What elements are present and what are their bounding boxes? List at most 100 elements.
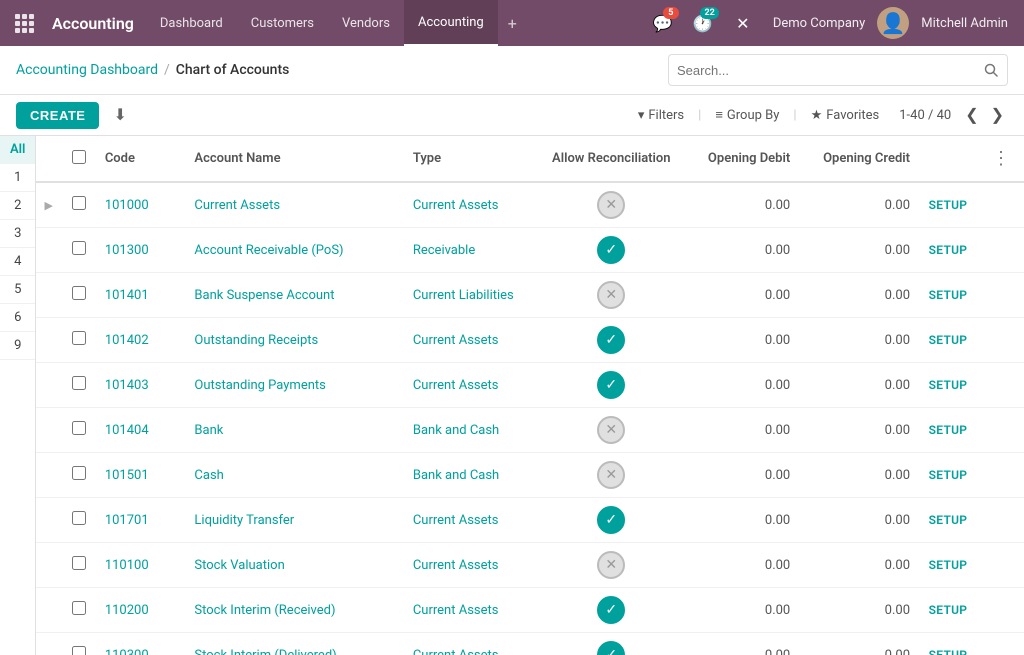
nav-customers[interactable]: Customers: [237, 0, 328, 46]
favorites-label: Favorites: [826, 108, 879, 123]
reconcile-toggle-on[interactable]: ✓: [597, 506, 625, 534]
credit-cell: 0.00: [798, 633, 918, 655]
group-all[interactable]: All: [0, 136, 35, 164]
debit-cell: 0.00: [679, 228, 799, 273]
reconcile-toggle-off[interactable]: ✕: [597, 551, 625, 579]
setup-button[interactable]: SETUP: [929, 648, 968, 655]
opening-credit: 0.00: [885, 468, 910, 483]
groupby-button[interactable]: ≡ Group By: [705, 103, 789, 127]
row-checkbox[interactable]: [72, 331, 86, 345]
setup-button[interactable]: SETUP: [929, 288, 968, 302]
account-name[interactable]: Account Receivable (PoS): [194, 243, 343, 258]
close-button[interactable]: ✕: [725, 5, 761, 41]
opening-debit: 0.00: [765, 333, 790, 348]
row-checkbox[interactable]: [72, 241, 86, 255]
row-checkbox[interactable]: [72, 376, 86, 390]
setup-button[interactable]: SETUP: [929, 423, 968, 437]
account-name[interactable]: Outstanding Payments: [194, 378, 325, 393]
filters-button[interactable]: ▾ Filters: [628, 104, 694, 127]
row-checkbox[interactable]: [72, 466, 86, 480]
setup-cell: SETUP: [918, 363, 978, 408]
group-6[interactable]: 6: [0, 304, 35, 332]
account-code[interactable]: 101404: [105, 423, 149, 438]
setup-button[interactable]: SETUP: [929, 333, 968, 347]
prev-page-button[interactable]: ❮: [961, 101, 982, 129]
reconcile-toggle-off[interactable]: ✕: [597, 281, 625, 309]
reconcile-toggle-on[interactable]: ✓: [597, 596, 625, 624]
setup-cell: SETUP: [918, 182, 978, 228]
nav-accounting[interactable]: Accounting: [404, 0, 498, 46]
row-checkbox[interactable]: [72, 511, 86, 525]
search-input[interactable]: [669, 63, 975, 78]
activity-button[interactable]: 🕐 22: [685, 5, 721, 41]
account-code[interactable]: 110200: [105, 603, 149, 618]
group-9[interactable]: 9: [0, 332, 35, 360]
row-checkbox[interactable]: [72, 556, 86, 570]
account-name[interactable]: Liquidity Transfer: [194, 513, 294, 528]
account-code[interactable]: 101401: [105, 288, 149, 303]
company-name[interactable]: Demo Company: [765, 16, 873, 31]
breadcrumb-bar: Accounting Dashboard / Chart of Accounts: [0, 46, 1024, 95]
group-1[interactable]: 1: [0, 164, 35, 192]
reconcile-cell: ✓: [544, 633, 679, 655]
account-name[interactable]: Outstanding Receipts: [194, 333, 318, 348]
account-name[interactable]: Stock Interim (Delivered): [194, 648, 336, 655]
account-name[interactable]: Stock Valuation: [194, 558, 284, 573]
account-type: Current Assets: [413, 333, 499, 348]
account-code[interactable]: 101402: [105, 333, 149, 348]
column-menu-button[interactable]: ⋮: [986, 146, 1016, 171]
account-name[interactable]: Cash: [194, 468, 223, 483]
user-avatar[interactable]: 👤: [877, 7, 909, 39]
setup-button[interactable]: SETUP: [929, 243, 968, 257]
row-checkbox[interactable]: [72, 421, 86, 435]
group-5[interactable]: 5: [0, 276, 35, 304]
account-code[interactable]: 110100: [105, 558, 149, 573]
favorites-button[interactable]: ★ Favorites: [801, 104, 890, 127]
row-checkbox[interactable]: [72, 286, 86, 300]
setup-button[interactable]: SETUP: [929, 468, 968, 482]
account-code[interactable]: 101701: [105, 513, 149, 528]
nav-vendors[interactable]: Vendors: [328, 0, 404, 46]
account-name[interactable]: Bank: [194, 423, 223, 438]
user-name[interactable]: Mitchell Admin: [913, 16, 1016, 31]
account-name[interactable]: Current Assets: [194, 198, 280, 213]
download-button[interactable]: ⬇: [107, 101, 132, 129]
messaging-button[interactable]: 💬 5: [645, 5, 681, 41]
add-menu-button[interactable]: +: [498, 0, 527, 46]
group-4[interactable]: 4: [0, 248, 35, 276]
reconcile-toggle-on[interactable]: ✓: [597, 371, 625, 399]
account-code[interactable]: 101501: [105, 468, 149, 483]
create-button[interactable]: CREATE: [16, 102, 99, 129]
reconcile-toggle-on[interactable]: ✓: [597, 236, 625, 264]
setup-button[interactable]: SETUP: [929, 513, 968, 527]
reconcile-toggle-off[interactable]: ✕: [597, 191, 625, 219]
account-name[interactable]: Stock Interim (Received): [194, 603, 335, 618]
setup-button[interactable]: SETUP: [929, 378, 968, 392]
breadcrumb-parent[interactable]: Accounting Dashboard: [16, 62, 158, 78]
apps-menu-button[interactable]: [8, 7, 40, 39]
row-checkbox[interactable]: [72, 196, 86, 210]
reconcile-toggle-on[interactable]: ✓: [597, 326, 625, 354]
group-3[interactable]: 3: [0, 220, 35, 248]
account-code[interactable]: 110300: [105, 648, 149, 655]
select-all-checkbox[interactable]: [72, 150, 86, 164]
setup-button[interactable]: SETUP: [929, 558, 968, 572]
opening-credit: 0.00: [885, 288, 910, 303]
reconcile-toggle-off[interactable]: ✕: [597, 416, 625, 444]
next-page-button[interactable]: ❯: [987, 101, 1008, 129]
nav-dashboard[interactable]: Dashboard: [146, 0, 237, 46]
account-name[interactable]: Bank Suspense Account: [194, 288, 334, 303]
setup-button[interactable]: SETUP: [929, 603, 968, 617]
reconcile-toggle-off[interactable]: ✕: [597, 461, 625, 489]
group-2[interactable]: 2: [0, 192, 35, 220]
account-code[interactable]: 101300: [105, 243, 149, 258]
account-code[interactable]: 101403: [105, 378, 149, 393]
col-menu-header: ⋮: [978, 136, 1024, 182]
setup-cell: SETUP: [918, 633, 978, 655]
account-code[interactable]: 101000: [105, 198, 149, 213]
search-button[interactable]: [975, 54, 1007, 86]
setup-button[interactable]: SETUP: [929, 198, 968, 212]
expand-button[interactable]: ▶: [44, 199, 52, 212]
row-checkbox[interactable]: [72, 646, 86, 655]
row-checkbox[interactable]: [72, 601, 86, 615]
